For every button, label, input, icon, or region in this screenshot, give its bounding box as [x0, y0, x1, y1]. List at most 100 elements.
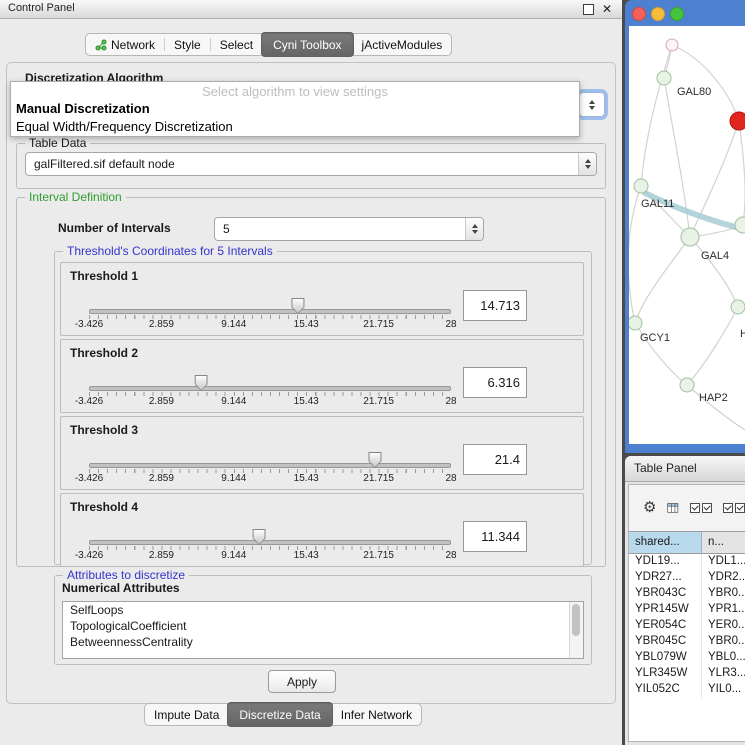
network-node[interactable] — [731, 300, 745, 314]
network-canvas[interactable]: GAL80 GAL11 GAL4 GCY1 HAP2 H — [629, 26, 745, 444]
threshold-value-field[interactable]: 11.344 — [463, 521, 527, 552]
spinner-up-icon — [589, 97, 595, 104]
node-label: GCY1 — [640, 332, 670, 344]
slider-thumb[interactable] — [291, 298, 304, 314]
slider-ticks — [89, 546, 451, 550]
table-row[interactable]: YDL19... YDL1... — [629, 554, 745, 570]
slider-scale-label: 9.144 — [221, 550, 246, 561]
numerical-attributes-label: Numerical Attributes — [62, 581, 180, 595]
table-row[interactable]: YBR043C YBR0... — [629, 586, 745, 602]
minimize-button[interactable] — [651, 7, 665, 21]
tab-label: Cyni Toolbox — [273, 38, 341, 52]
node-label: GAL4 — [701, 250, 729, 262]
zoom-button[interactable] — [670, 7, 684, 21]
algorithm-combo-stepper[interactable] — [579, 92, 605, 117]
control-panel-titlebar[interactable]: Control Panel ✕ — [0, 0, 622, 19]
spinner-down-icon — [589, 106, 595, 113]
table-data-combo[interactable]: galFiltered.sif default node — [25, 152, 597, 176]
tab-impute-data[interactable]: Impute Data — [145, 708, 228, 722]
node-label: HAP2 — [699, 392, 728, 404]
table-header-shared-name[interactable]: shared... — [629, 532, 702, 553]
window-title: Control Panel — [8, 2, 75, 14]
threshold-slider[interactable]: -3.426 2.859 9.144 15.43 21.715 28 — [89, 376, 451, 410]
slider-scale-label: -3.426 — [75, 550, 103, 561]
threshold-value-field[interactable]: 14.713 — [463, 290, 527, 321]
table-header-name[interactable]: n... — [702, 532, 745, 553]
threshold-panel: Threshold 3 21.4 -3.426 2.859 9.144 15.4… — [60, 416, 584, 490]
selected-network-node[interactable] — [730, 112, 745, 130]
table-toolbar: ⚙ — [629, 485, 745, 530]
slider-scale-label: 9.144 — [221, 473, 246, 484]
select-all-columns-icon[interactable] — [690, 503, 712, 513]
threshold-slider[interactable]: -3.426 2.859 9.144 15.43 21.715 28 — [89, 530, 451, 564]
slider-track — [89, 540, 451, 545]
table-cell: YBR0... — [702, 586, 745, 602]
gear-icon[interactable]: ⚙ — [643, 500, 656, 515]
slider-scale-label: 15.43 — [294, 550, 319, 561]
table-row[interactable]: YER054C YER0... — [629, 618, 745, 634]
network-node[interactable] — [735, 217, 745, 233]
threshold-slider[interactable]: -3.426 2.859 9.144 15.43 21.715 28 — [89, 299, 451, 333]
table-row[interactable]: YIL052C YIL0... — [629, 682, 745, 698]
table-row[interactable]: YDR27... YDR2... — [629, 570, 745, 586]
tab-network[interactable]: Network — [86, 38, 164, 52]
dropdown-option-manual-discretization[interactable]: Manual Discretization — [11, 100, 579, 118]
close-icon[interactable]: ✕ — [602, 3, 612, 15]
tab-label: Style — [174, 38, 201, 52]
tab-label: Infer Network — [341, 708, 412, 722]
table-cell: YPR1... — [702, 602, 745, 618]
apply-button[interactable]: Apply — [268, 670, 336, 693]
tab-style[interactable]: Style — [165, 38, 210, 52]
table-cell: YDL1... — [702, 554, 745, 570]
slider-scale-label: 15.43 — [294, 473, 319, 484]
table-cell: YBL079W — [629, 650, 702, 666]
slider-scale-label: -3.426 — [75, 396, 103, 407]
slider-thumb[interactable] — [253, 529, 266, 545]
columns-icon[interactable] — [667, 501, 679, 515]
list-scrollbar[interactable] — [569, 602, 583, 658]
threshold-value-field[interactable]: 6.316 — [463, 367, 527, 398]
network-node[interactable] — [680, 378, 694, 392]
table-row[interactable]: YBR045C YBR0... — [629, 634, 745, 650]
slider-thumb[interactable] — [195, 375, 208, 391]
network-node[interactable] — [657, 71, 671, 85]
table-panel-titlebar[interactable]: Table Panel — [625, 456, 745, 482]
network-node[interactable] — [629, 316, 642, 330]
attribute-list-item[interactable]: TopologicalCoefficient — [63, 618, 583, 634]
slider-track — [89, 386, 451, 391]
attribute-list-item[interactable]: SelfLoops — [63, 602, 583, 618]
float-window-icon[interactable] — [583, 4, 594, 15]
table-header-row: shared... n... — [629, 532, 745, 554]
dropdown-prompt: Select algorithm to view settings — [11, 82, 579, 100]
network-node[interactable] — [634, 179, 648, 193]
table-row[interactable]: YLR345W YLR3... — [629, 666, 745, 682]
tab-cyni-toolbox[interactable]: Cyni Toolbox — [261, 32, 353, 57]
tab-select[interactable]: Select — [211, 38, 262, 52]
tab-jactivemodules[interactable]: jActiveModules — [353, 38, 452, 52]
slider-scale-label: 9.144 — [221, 396, 246, 407]
threshold-slider[interactable]: -3.426 2.859 9.144 15.43 21.715 28 — [89, 453, 451, 487]
select-columns-icon[interactable] — [723, 503, 745, 513]
tab-discretize-data[interactable]: Discretize Data — [227, 702, 332, 727]
slider-scale-label: 21.715 — [363, 550, 394, 561]
tab-infer-network[interactable]: Infer Network — [332, 708, 421, 722]
slider-scale-label: 28 — [445, 550, 456, 561]
scrollbar-thumb[interactable] — [572, 604, 580, 636]
table-row[interactable]: YBL079W YBL0... — [629, 650, 745, 666]
close-button[interactable] — [632, 7, 646, 21]
network-node[interactable] — [666, 39, 678, 51]
threshold-value-field[interactable]: 21.4 — [463, 444, 527, 475]
tab-label: Discretize Data — [239, 708, 320, 722]
table-cell: YBR0... — [702, 634, 745, 650]
table-cell: YDL19... — [629, 554, 702, 570]
table-row[interactable]: YPR145W YPR1... — [629, 602, 745, 618]
table-cell: YBR045C — [629, 634, 702, 650]
attributes-listbox[interactable]: SelfLoops TopologicalCoefficient Between… — [62, 601, 584, 659]
attribute-list-item[interactable]: BetweennessCentrality — [63, 634, 583, 650]
spinner-stepper-icon — [465, 218, 483, 240]
number-of-intervals-spinner[interactable]: 5 — [214, 217, 484, 241]
slider-thumb[interactable] — [368, 452, 381, 468]
network-node[interactable] — [681, 228, 699, 246]
dropdown-option-equal-width[interactable]: Equal Width/Frequency Discretization — [11, 118, 579, 136]
attributes-group-title: Attributes to discretize — [63, 568, 189, 582]
